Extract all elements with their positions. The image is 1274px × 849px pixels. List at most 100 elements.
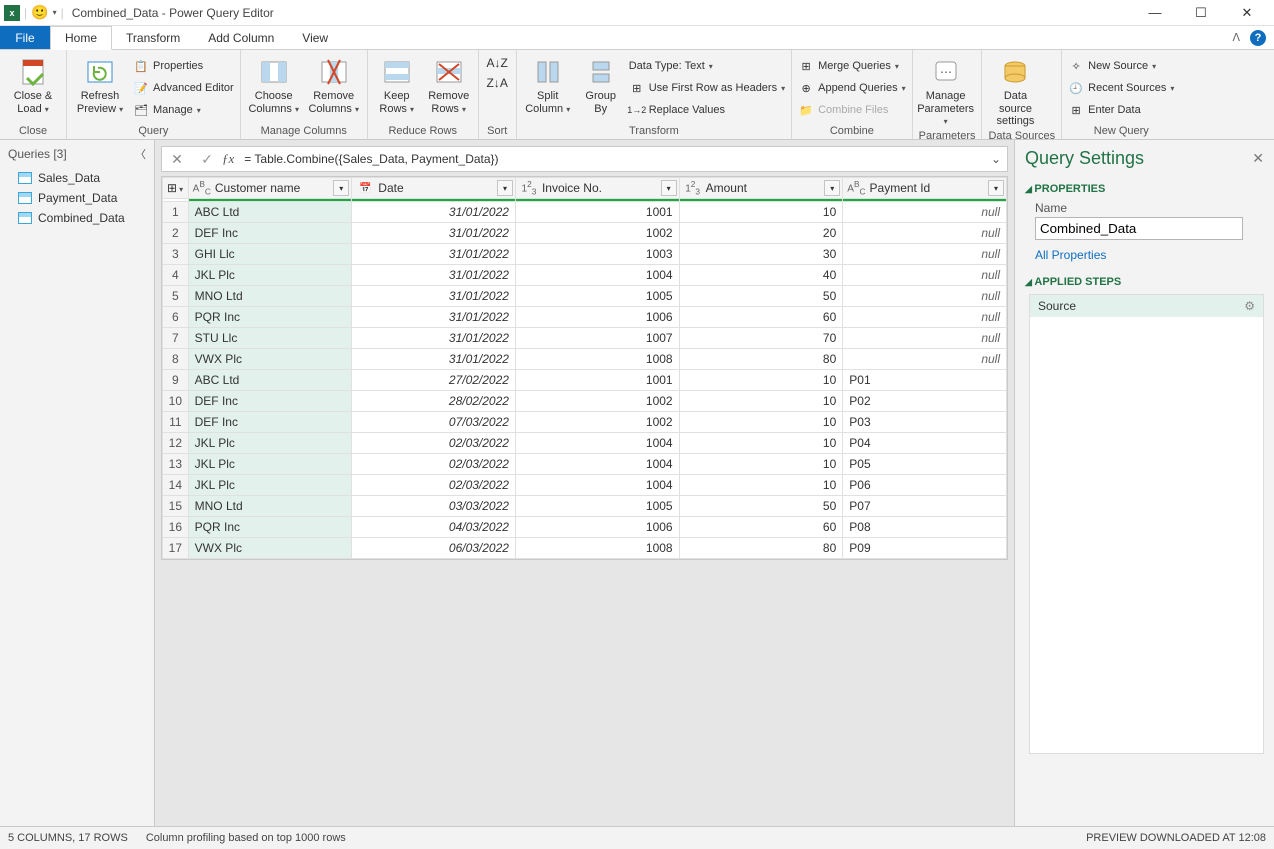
- table-row[interactable]: 14 JKL Plc 02/03/2022 1004 10 P06: [163, 475, 1007, 496]
- cell[interactable]: VWX Plc: [188, 538, 352, 559]
- split-column-button[interactable]: Split Column ▾: [523, 56, 573, 115]
- cell[interactable]: 31/01/2022: [352, 265, 516, 286]
- cell[interactable]: 02/03/2022: [352, 433, 516, 454]
- cell[interactable]: 20: [679, 223, 843, 244]
- row-number[interactable]: 5: [163, 286, 189, 307]
- row-number[interactable]: 17: [163, 538, 189, 559]
- cell[interactable]: P07: [843, 496, 1007, 517]
- row-number[interactable]: 1: [163, 202, 189, 223]
- cell[interactable]: JKL Plc: [188, 265, 352, 286]
- close-window-button[interactable]: ✕: [1224, 0, 1270, 26]
- row-number[interactable]: 4: [163, 265, 189, 286]
- cell[interactable]: ABC Ltd: [188, 370, 352, 391]
- type-icon[interactable]: 📅: [356, 183, 374, 194]
- column-header[interactable]: ABCCustomer name▾: [188, 178, 352, 199]
- append-queries-button[interactable]: ⊕Append Queries ▾: [798, 78, 906, 98]
- type-icon[interactable]: 123: [684, 179, 702, 196]
- cell[interactable]: null: [843, 286, 1007, 307]
- cell[interactable]: 28/02/2022: [352, 391, 516, 412]
- row-number[interactable]: 2: [163, 223, 189, 244]
- cell[interactable]: 31/01/2022: [352, 202, 516, 223]
- cell[interactable]: 10: [679, 391, 843, 412]
- formula-commit-icon[interactable]: ✓: [192, 151, 222, 168]
- table-row[interactable]: 13 JKL Plc 02/03/2022 1004 10 P05: [163, 454, 1007, 475]
- data-type-button[interactable]: Data Type: Text ▾: [629, 56, 785, 76]
- table-row[interactable]: 10 DEF Inc 28/02/2022 1002 10 P02: [163, 391, 1007, 412]
- replace-values-button[interactable]: 1→2Replace Values: [629, 100, 785, 120]
- cell[interactable]: 1002: [515, 412, 679, 433]
- cell[interactable]: 10: [679, 202, 843, 223]
- table-row[interactable]: 11 DEF Inc 07/03/2022 1002 10 P03: [163, 412, 1007, 433]
- refresh-preview-button[interactable]: Refresh Preview ▾: [73, 56, 127, 115]
- cell[interactable]: P08: [843, 517, 1007, 538]
- cell[interactable]: 60: [679, 517, 843, 538]
- gear-icon[interactable]: ⚙: [1244, 299, 1255, 313]
- cell[interactable]: 1007: [515, 328, 679, 349]
- table-row[interactable]: 15 MNO Ltd 03/03/2022 1005 50 P07: [163, 496, 1007, 517]
- row-number[interactable]: 15: [163, 496, 189, 517]
- help-icon[interactable]: ?: [1250, 30, 1266, 46]
- formula-text[interactable]: = Table.Combine({Sales_Data, Payment_Dat…: [240, 152, 985, 166]
- table-row[interactable]: 7 STU Llc 31/01/2022 1007 70 null: [163, 328, 1007, 349]
- cell[interactable]: 02/03/2022: [352, 454, 516, 475]
- cell[interactable]: GHI Llc: [188, 244, 352, 265]
- row-number[interactable]: 11: [163, 412, 189, 433]
- cell[interactable]: 31/01/2022: [352, 286, 516, 307]
- cell[interactable]: 31/01/2022: [352, 307, 516, 328]
- cell[interactable]: STU Llc: [188, 328, 352, 349]
- cell[interactable]: 10: [679, 370, 843, 391]
- cell[interactable]: MNO Ltd: [188, 496, 352, 517]
- cell[interactable]: PQR Inc: [188, 517, 352, 538]
- formula-expand-icon[interactable]: ⌄: [985, 152, 1007, 166]
- select-all-corner[interactable]: ⊞▾: [163, 178, 189, 199]
- row-number[interactable]: 9: [163, 370, 189, 391]
- advanced-editor-button[interactable]: 📝Advanced Editor: [133, 78, 234, 98]
- maximize-button[interactable]: ☐: [1178, 0, 1224, 26]
- minimize-button[interactable]: —: [1132, 0, 1178, 26]
- cell[interactable]: 02/03/2022: [352, 475, 516, 496]
- applied-steps-section[interactable]: APPLIED STEPS: [1025, 276, 1264, 288]
- cell[interactable]: 1001: [515, 202, 679, 223]
- new-source-button[interactable]: ✧New Source ▾: [1068, 56, 1174, 76]
- merge-queries-button[interactable]: ⊞Merge Queries ▾: [798, 56, 906, 76]
- cell[interactable]: DEF Inc: [188, 412, 352, 433]
- choose-columns-button[interactable]: Choose Columns ▾: [247, 56, 301, 115]
- cell[interactable]: 1002: [515, 391, 679, 412]
- collapse-queries-icon[interactable]: 〈: [135, 146, 146, 162]
- data-source-settings-button[interactable]: Data source settings: [988, 56, 1042, 128]
- row-number[interactable]: 8: [163, 349, 189, 370]
- cell[interactable]: VWX Plc: [188, 349, 352, 370]
- row-number[interactable]: 7: [163, 328, 189, 349]
- query-item[interactable]: Combined_Data: [0, 208, 154, 228]
- cell[interactable]: P05: [843, 454, 1007, 475]
- tab-view[interactable]: View: [288, 26, 342, 49]
- cell[interactable]: 31/01/2022: [352, 328, 516, 349]
- cell[interactable]: 60: [679, 307, 843, 328]
- query-name-input[interactable]: [1035, 217, 1243, 240]
- cell[interactable]: 10: [679, 412, 843, 433]
- cell[interactable]: 31/01/2022: [352, 244, 516, 265]
- cell[interactable]: 80: [679, 538, 843, 559]
- column-header[interactable]: 123Invoice No.▾: [515, 178, 679, 199]
- cell[interactable]: P09: [843, 538, 1007, 559]
- cell[interactable]: P06: [843, 475, 1007, 496]
- sort-asc-button[interactable]: A↓Z: [487, 56, 508, 70]
- recent-sources-button[interactable]: 🕘Recent Sources ▾: [1068, 78, 1174, 98]
- cell[interactable]: 31/01/2022: [352, 223, 516, 244]
- type-icon[interactable]: ABC: [193, 179, 211, 196]
- cell[interactable]: 07/03/2022: [352, 412, 516, 433]
- table-row[interactable]: 12 JKL Plc 02/03/2022 1004 10 P04: [163, 433, 1007, 454]
- cell[interactable]: 1001: [515, 370, 679, 391]
- cell[interactable]: P03: [843, 412, 1007, 433]
- cell[interactable]: 1004: [515, 454, 679, 475]
- cell[interactable]: 27/02/2022: [352, 370, 516, 391]
- cell[interactable]: null: [843, 223, 1007, 244]
- sort-desc-button[interactable]: Z↓A: [487, 76, 508, 90]
- column-filter-icon[interactable]: ▾: [824, 180, 840, 196]
- smiley-icon[interactable]: 🙂: [31, 4, 48, 21]
- applied-step-source[interactable]: Source ⚙: [1030, 295, 1263, 317]
- query-item[interactable]: Sales_Data: [0, 168, 154, 188]
- remove-columns-button[interactable]: Remove Columns ▾: [307, 56, 361, 115]
- fx-icon[interactable]: ƒx: [222, 151, 240, 167]
- row-number[interactable]: 14: [163, 475, 189, 496]
